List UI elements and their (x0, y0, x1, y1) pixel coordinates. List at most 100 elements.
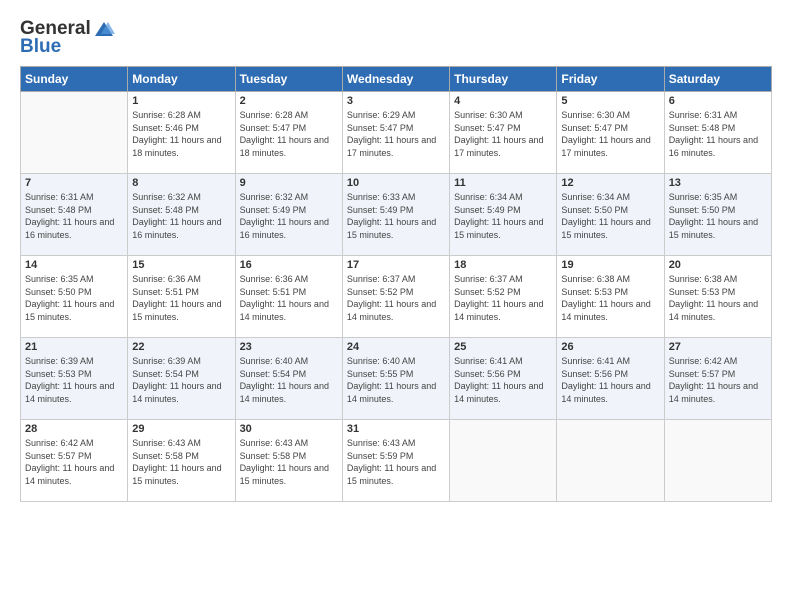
column-header-tuesday: Tuesday (235, 67, 342, 92)
day-number: 3 (347, 95, 445, 107)
day-number: 23 (240, 341, 338, 353)
day-number: 18 (454, 259, 552, 271)
day-info: Sunrise: 6:36 AM Sunset: 5:51 PM Dayligh… (240, 273, 338, 323)
day-number: 30 (240, 423, 338, 435)
day-number: 20 (669, 259, 767, 271)
calendar-day-cell: 28 Sunrise: 6:42 AM Sunset: 5:57 PM Dayli… (21, 420, 128, 502)
logo-icon (93, 20, 115, 38)
day-info: Sunrise: 6:33 AM Sunset: 5:49 PM Dayligh… (347, 191, 445, 241)
calendar-day-cell: 7 Sunrise: 6:31 AM Sunset: 5:48 PM Daylig… (21, 174, 128, 256)
day-number: 24 (347, 341, 445, 353)
day-info: Sunrise: 6:42 AM Sunset: 5:57 PM Dayligh… (669, 355, 767, 405)
calendar-day-cell: 8 Sunrise: 6:32 AM Sunset: 5:48 PM Daylig… (128, 174, 235, 256)
day-info: Sunrise: 6:28 AM Sunset: 5:46 PM Dayligh… (132, 109, 230, 159)
calendar-day-cell: 1 Sunrise: 6:28 AM Sunset: 5:46 PM Daylig… (128, 92, 235, 174)
calendar-day-cell: 27 Sunrise: 6:42 AM Sunset: 5:57 PM Dayli… (664, 338, 771, 420)
calendar-day-cell: 12 Sunrise: 6:34 AM Sunset: 5:50 PM Dayli… (557, 174, 664, 256)
day-info: Sunrise: 6:32 AM Sunset: 5:48 PM Dayligh… (132, 191, 230, 241)
calendar-day-cell: 21 Sunrise: 6:39 AM Sunset: 5:53 PM Dayli… (21, 338, 128, 420)
calendar-day-cell: 26Sunrise: 6:41 AM Sunset: 5:56 PM Dayli… (557, 338, 664, 420)
day-number: 19 (561, 259, 659, 271)
day-number: 8 (132, 177, 230, 189)
day-number: 26 (561, 341, 659, 353)
day-info: Sunrise: 6:40 AM Sunset: 5:55 PM Dayligh… (347, 355, 445, 405)
calendar-day-cell (664, 420, 771, 502)
calendar-day-cell: 22 Sunrise: 6:39 AM Sunset: 5:54 PM Dayli… (128, 338, 235, 420)
calendar-day-cell: 9Sunrise: 6:32 AM Sunset: 5:49 PM Daylig… (235, 174, 342, 256)
calendar-week-2: 7 Sunrise: 6:31 AM Sunset: 5:48 PM Daylig… (21, 174, 772, 256)
day-info: Sunrise: 6:28 AM Sunset: 5:47 PM Dayligh… (240, 109, 338, 159)
calendar-day-cell: 4 Sunrise: 6:30 AM Sunset: 5:47 PM Daylig… (450, 92, 557, 174)
day-info: Sunrise: 6:38 AM Sunset: 5:53 PM Dayligh… (561, 273, 659, 323)
calendar-day-cell: 20 Sunrise: 6:38 AM Sunset: 5:53 PM Dayli… (664, 256, 771, 338)
calendar-day-cell: 24 Sunrise: 6:40 AM Sunset: 5:55 PM Dayli… (342, 338, 449, 420)
column-header-monday: Monday (128, 67, 235, 92)
day-number: 21 (25, 341, 123, 353)
day-info: Sunrise: 6:29 AM Sunset: 5:47 PM Dayligh… (347, 109, 445, 159)
calendar-week-4: 21 Sunrise: 6:39 AM Sunset: 5:53 PM Dayli… (21, 338, 772, 420)
day-number: 12 (561, 177, 659, 189)
day-number: 2 (240, 95, 338, 107)
calendar-day-cell: 23Sunrise: 6:40 AM Sunset: 5:54 PM Dayli… (235, 338, 342, 420)
day-number: 15 (132, 259, 230, 271)
day-info: Sunrise: 6:37 AM Sunset: 5:52 PM Dayligh… (347, 273, 445, 323)
calendar-day-cell: 31Sunrise: 6:43 AM Sunset: 5:59 PM Dayli… (342, 420, 449, 502)
day-number: 31 (347, 423, 445, 435)
day-info: Sunrise: 6:38 AM Sunset: 5:53 PM Dayligh… (669, 273, 767, 323)
calendar-day-cell: 25 Sunrise: 6:41 AM Sunset: 5:56 PM Dayli… (450, 338, 557, 420)
header: General Blue (20, 18, 772, 58)
calendar: SundayMondayTuesdayWednesdayThursdayFrid… (20, 66, 772, 502)
day-number: 6 (669, 95, 767, 107)
calendar-day-cell: 3 Sunrise: 6:29 AM Sunset: 5:47 PM Daylig… (342, 92, 449, 174)
day-info: Sunrise: 6:39 AM Sunset: 5:53 PM Dayligh… (25, 355, 123, 405)
calendar-day-cell: 6 Sunrise: 6:31 AM Sunset: 5:48 PM Daylig… (664, 92, 771, 174)
day-info: Sunrise: 6:31 AM Sunset: 5:48 PM Dayligh… (25, 191, 123, 241)
day-number: 5 (561, 95, 659, 107)
day-info: Sunrise: 6:31 AM Sunset: 5:48 PM Dayligh… (669, 109, 767, 159)
day-info: Sunrise: 6:35 AM Sunset: 5:50 PM Dayligh… (669, 191, 767, 241)
day-number: 16 (240, 259, 338, 271)
day-info: Sunrise: 6:37 AM Sunset: 5:52 PM Dayligh… (454, 273, 552, 323)
day-info: Sunrise: 6:30 AM Sunset: 5:47 PM Dayligh… (561, 109, 659, 159)
column-header-saturday: Saturday (664, 67, 771, 92)
day-number: 4 (454, 95, 552, 107)
day-number: 9 (240, 177, 338, 189)
column-header-sunday: Sunday (21, 67, 128, 92)
calendar-day-cell: 13Sunrise: 6:35 AM Sunset: 5:50 PM Dayli… (664, 174, 771, 256)
calendar-day-cell: 29 Sunrise: 6:43 AM Sunset: 5:58 PM Dayli… (128, 420, 235, 502)
day-info: Sunrise: 6:34 AM Sunset: 5:49 PM Dayligh… (454, 191, 552, 241)
column-header-friday: Friday (557, 67, 664, 92)
calendar-day-cell (557, 420, 664, 502)
day-info: Sunrise: 6:30 AM Sunset: 5:47 PM Dayligh… (454, 109, 552, 159)
day-info: Sunrise: 6:36 AM Sunset: 5:51 PM Dayligh… (132, 273, 230, 323)
day-info: Sunrise: 6:42 AM Sunset: 5:57 PM Dayligh… (25, 437, 123, 487)
calendar-day-cell (21, 92, 128, 174)
day-info: Sunrise: 6:43 AM Sunset: 5:58 PM Dayligh… (132, 437, 230, 487)
calendar-day-cell: 16 Sunrise: 6:36 AM Sunset: 5:51 PM Dayli… (235, 256, 342, 338)
day-number: 10 (347, 177, 445, 189)
day-number: 14 (25, 259, 123, 271)
column-header-wednesday: Wednesday (342, 67, 449, 92)
day-number: 25 (454, 341, 552, 353)
day-number: 29 (132, 423, 230, 435)
calendar-day-cell: 10 Sunrise: 6:33 AM Sunset: 5:49 PM Dayli… (342, 174, 449, 256)
day-info: Sunrise: 6:39 AM Sunset: 5:54 PM Dayligh… (132, 355, 230, 405)
day-number: 7 (25, 177, 123, 189)
day-number: 11 (454, 177, 552, 189)
day-info: Sunrise: 6:41 AM Sunset: 5:56 PM Dayligh… (454, 355, 552, 405)
calendar-week-5: 28 Sunrise: 6:42 AM Sunset: 5:57 PM Dayli… (21, 420, 772, 502)
calendar-week-1: 1 Sunrise: 6:28 AM Sunset: 5:46 PM Daylig… (21, 92, 772, 174)
page: General Blue SundayMondayTuesdayWednesda… (0, 0, 792, 612)
column-header-thursday: Thursday (450, 67, 557, 92)
logo-blue-text: Blue (20, 36, 61, 58)
calendar-day-cell: 19 Sunrise: 6:38 AM Sunset: 5:53 PM Dayli… (557, 256, 664, 338)
calendar-day-cell: 18 Sunrise: 6:37 AM Sunset: 5:52 PM Dayli… (450, 256, 557, 338)
day-number: 22 (132, 341, 230, 353)
day-info: Sunrise: 6:34 AM Sunset: 5:50 PM Dayligh… (561, 191, 659, 241)
day-number: 27 (669, 341, 767, 353)
logo: General Blue (20, 18, 115, 58)
calendar-day-cell: 30Sunrise: 6:43 AM Sunset: 5:58 PM Dayli… (235, 420, 342, 502)
day-number: 28 (25, 423, 123, 435)
calendar-day-cell: 11 Sunrise: 6:34 AM Sunset: 5:49 PM Dayli… (450, 174, 557, 256)
day-number: 1 (132, 95, 230, 107)
